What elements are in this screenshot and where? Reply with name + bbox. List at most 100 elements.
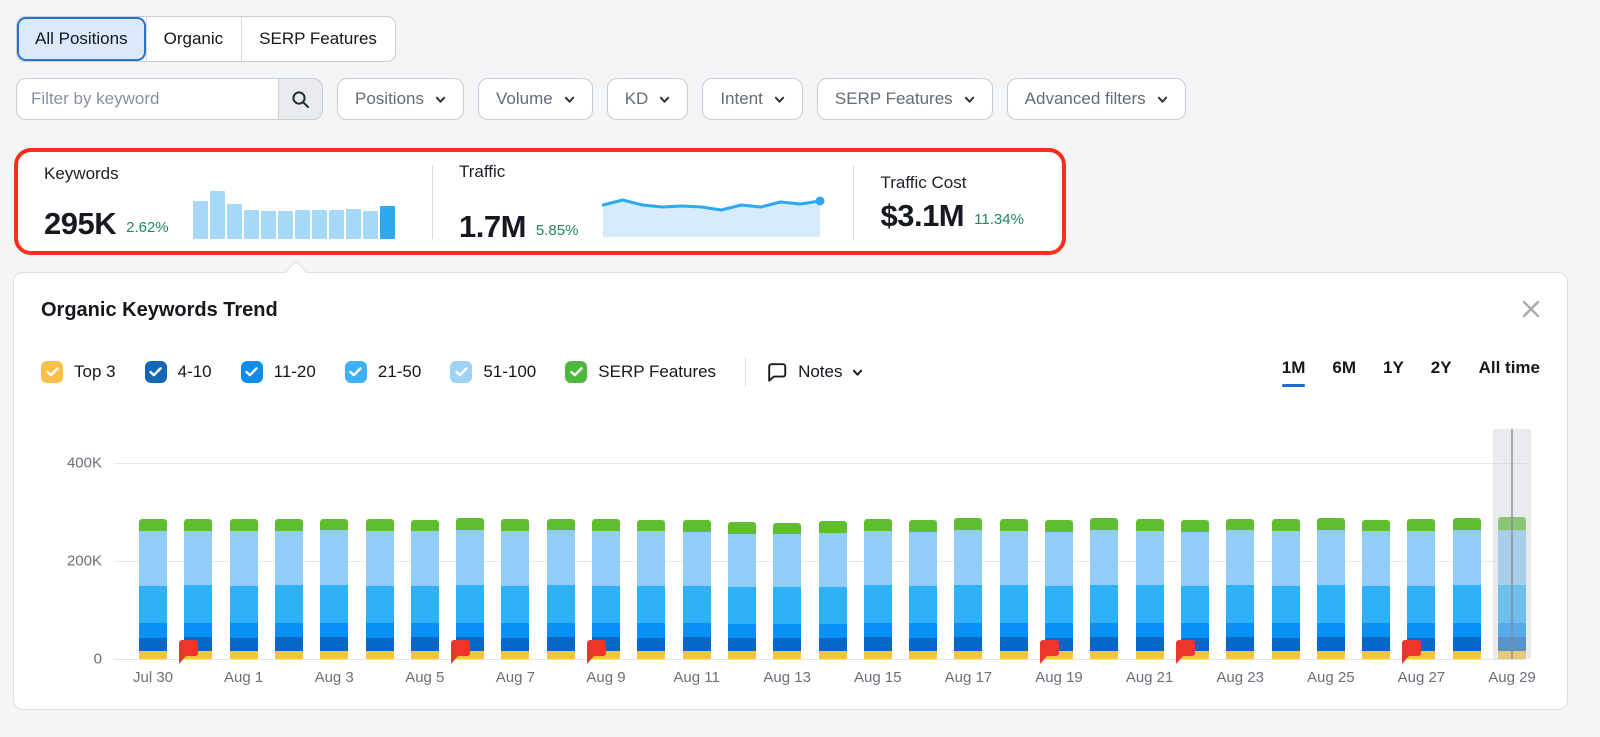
segment-serp-features: [139, 519, 167, 531]
bar-aug-18[interactable]: [1000, 519, 1028, 659]
tab-organic[interactable]: Organic: [146, 17, 242, 61]
segment-51-100: [1362, 531, 1390, 586]
tab-serp-features[interactable]: SERP Features: [241, 17, 395, 61]
bar-aug-28[interactable]: [1453, 518, 1481, 659]
note-marker-icon[interactable]: [1174, 639, 1196, 665]
traffic-value: 1.7M: [459, 211, 526, 242]
segment-11-20: [1407, 623, 1435, 638]
bar-aug-16[interactable]: [909, 520, 937, 659]
segment-11-20: [1136, 623, 1164, 638]
minibar-bar: [227, 204, 242, 239]
keyword-filter-input[interactable]: [16, 78, 278, 120]
segment-11-20: [1272, 623, 1300, 638]
bar-aug-4[interactable]: [366, 519, 394, 659]
keywords-change: 2.62%: [126, 219, 169, 239]
segment-51-100: [1045, 532, 1073, 587]
segment-serp-features: [1090, 518, 1118, 530]
bar-aug-3[interactable]: [320, 519, 348, 659]
bar-jul-30[interactable]: [139, 519, 167, 659]
bar-aug-13[interactable]: [773, 523, 801, 659]
segment-11-20: [411, 623, 439, 638]
segment-top-3: [637, 651, 665, 659]
bar-aug-27[interactable]: [1407, 519, 1435, 659]
segment-top-3: [773, 651, 801, 659]
note-marker-icon[interactable]: [585, 639, 607, 665]
bar-aug-14[interactable]: [819, 521, 847, 659]
filter-dropdown-kd[interactable]: KD: [607, 78, 689, 120]
chevron-down-icon: [964, 94, 975, 105]
bar-aug-23[interactable]: [1226, 519, 1254, 659]
segment-top-3: [1136, 651, 1164, 659]
segment-51-100: [456, 530, 484, 585]
bar-aug-11[interactable]: [683, 520, 711, 659]
note-marker-icon[interactable]: [1400, 639, 1422, 665]
segment-top-3: [275, 651, 303, 659]
bar-aug-9[interactable]: [592, 519, 620, 659]
note-marker-icon[interactable]: [177, 639, 199, 665]
bar-aug-7[interactable]: [501, 519, 529, 659]
bar-aug-2[interactable]: [275, 519, 303, 659]
segment-51-100: [683, 532, 711, 586]
bar-aug-17[interactable]: [954, 518, 982, 659]
segment-serp-features: [592, 519, 620, 531]
segment-top-3: [230, 651, 258, 659]
segment-serp-features: [954, 518, 982, 530]
bar-aug-10[interactable]: [637, 520, 665, 659]
traffic-cost-metric[interactable]: Traffic Cost $3.1M 11.34%: [854, 173, 1049, 231]
filter-dropdown-volume[interactable]: Volume: [478, 78, 593, 120]
tab-all-positions[interactable]: All Positions: [17, 17, 146, 61]
segment-serp-features: [1317, 518, 1345, 530]
minibar-bar: [193, 201, 208, 239]
segment-21-50: [637, 586, 665, 623]
note-marker-icon[interactable]: [1038, 639, 1060, 665]
bar-aug-1[interactable]: [230, 519, 258, 659]
segment-51-100: [1181, 532, 1209, 587]
x-axis-tick: Aug 29: [1467, 669, 1557, 686]
bar-aug-26[interactable]: [1362, 520, 1390, 659]
segment-serp-features: [456, 518, 484, 530]
segment-51-100: [547, 530, 575, 585]
bar-aug-8[interactable]: [547, 519, 575, 659]
segment-21-50: [683, 586, 711, 623]
chevron-down-icon: [435, 94, 446, 105]
segment-serp-features: [411, 520, 439, 531]
segment-21-50: [275, 585, 303, 622]
bar-aug-15[interactable]: [864, 519, 892, 659]
bar-jul-31[interactable]: [184, 519, 212, 659]
x-axis-tick: Aug 3: [289, 669, 379, 686]
y-axis-tick: 0: [42, 651, 102, 668]
segment-top-3: [1090, 651, 1118, 659]
segment-11-20: [1362, 623, 1390, 638]
segment-51-100: [1317, 530, 1345, 585]
bar-aug-12[interactable]: [728, 522, 756, 659]
segment-serp-features: [1362, 520, 1390, 531]
segment-21-50: [1362, 586, 1390, 623]
bar-aug-6[interactable]: [456, 518, 484, 659]
segment-21-50: [501, 586, 529, 623]
filter-dropdown-advanced-filters[interactable]: Advanced filters: [1007, 78, 1186, 120]
segment-4-10: [773, 638, 801, 651]
segment-21-50: [411, 586, 439, 623]
segment-11-20: [501, 623, 529, 638]
filter-dropdown-serp-features[interactable]: SERP Features: [817, 78, 993, 120]
filter-dropdown-intent[interactable]: Intent: [702, 78, 803, 120]
segment-21-50: [1181, 586, 1209, 623]
bar-aug-24[interactable]: [1272, 519, 1300, 659]
segment-51-100: [501, 531, 529, 586]
bar-aug-21[interactable]: [1136, 519, 1164, 659]
segment-51-100: [184, 531, 212, 586]
filter-dropdown-positions[interactable]: Positions: [337, 78, 464, 120]
dropdown-label: SERP Features: [835, 89, 953, 109]
x-axis-tick: Aug 25: [1286, 669, 1376, 686]
bar-aug-5[interactable]: [411, 520, 439, 659]
bar-aug-25[interactable]: [1317, 518, 1345, 659]
traffic-metric[interactable]: Traffic 1.7M 5.85%: [433, 162, 853, 242]
keywords-metric[interactable]: Keywords 295K 2.62%: [18, 164, 432, 239]
organic-keywords-trend-panel: Organic Keywords Trend Top 34-1011-2021-…: [13, 272, 1568, 710]
kpi-strip-red-annotation: Keywords 295K 2.62% Traffic 1.7M 5.85% T…: [14, 148, 1066, 255]
sparkline-svg: [602, 189, 827, 237]
search-button[interactable]: [278, 78, 323, 120]
note-marker-icon[interactable]: [449, 639, 471, 665]
bar-aug-20[interactable]: [1090, 518, 1118, 659]
dropdown-label: Advanced filters: [1025, 89, 1146, 109]
